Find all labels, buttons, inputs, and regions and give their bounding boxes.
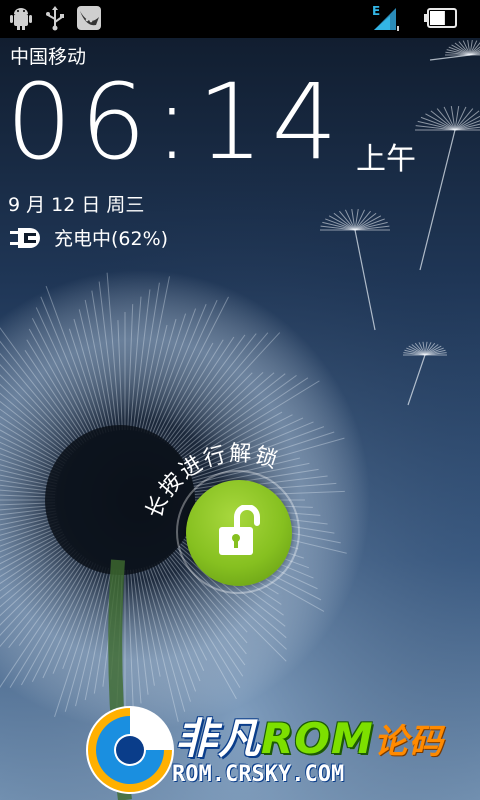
watermark-name: 非凡ROM论码 [175, 705, 444, 766]
watermark-url: ROM.CRSKY.COM [172, 762, 345, 787]
watermark: 非凡ROM论码 ROM.CRSKY.COM [80, 700, 480, 800]
watermark-name-part3: 论码 [373, 722, 444, 762]
watermark-logo-icon [86, 706, 174, 794]
lockscreen: E 中国移动 06:14 上午 9 月 12 日 周三 充电中(62%) 长按进… [0, 0, 480, 800]
unlock-padlock-icon [219, 505, 260, 555]
watermark-name-part1: 非凡 [175, 714, 262, 763]
unlock-hint: 长按进行解锁 [142, 441, 280, 522]
watermark-name-rom: ROM [261, 714, 374, 763]
